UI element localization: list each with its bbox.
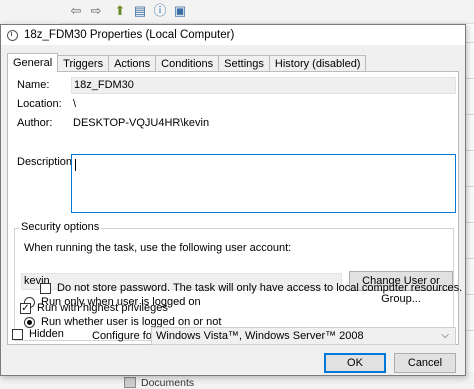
background-toolbar: ⇦ ⇨ ⬆ ▤ ⓘ ▣ <box>60 0 474 24</box>
text-caret <box>75 159 76 171</box>
name-field[interactable]: 18z_FDM30 <box>71 77 456 94</box>
highest-privileges-label[interactable]: Run with highest privileges <box>37 302 168 314</box>
author-label: Author: <box>17 117 53 129</box>
author-value: DESKTOP-VQJU4HR\kevin <box>73 117 210 129</box>
cancel-button[interactable]: Cancel <box>394 353 456 373</box>
folder-up-icon[interactable]: ⬆ <box>112 3 128 19</box>
name-label: Name: <box>17 79 50 91</box>
radio-run-whether-logged-on[interactable] <box>24 317 35 328</box>
tab-triggers[interactable]: Triggers <box>57 55 110 72</box>
hidden-checkbox[interactable] <box>12 329 23 340</box>
documents-label: Documents <box>141 376 195 389</box>
hidden-label[interactable]: Hidden <box>29 328 64 340</box>
tab-settings[interactable]: Settings <box>218 55 270 72</box>
tab-actions[interactable]: Actions <box>108 55 157 72</box>
configure-for-value: Windows Vista™, Windows Server™ 2008 <box>156 330 364 342</box>
documents-icon <box>124 377 136 388</box>
forward-arrow-icon[interactable]: ⇨ <box>88 3 104 19</box>
tab-strip: General Triggers Actions Conditions Sett… <box>7 53 367 72</box>
tab-history[interactable]: History (disabled) <box>268 55 367 72</box>
tab-general[interactable]: General <box>7 53 59 72</box>
tab-conditions[interactable]: Conditions <box>155 55 220 72</box>
ok-button[interactable]: OK <box>324 353 386 373</box>
description-label: Description: <box>17 156 76 168</box>
no-store-password-label[interactable]: Do not store password. The task will onl… <box>57 282 462 294</box>
description-field[interactable] <box>71 154 456 213</box>
back-arrow-icon[interactable]: ⇦ <box>68 3 84 19</box>
chevron-down-icon: ⌵ <box>441 330 449 341</box>
location-value: \ <box>73 98 77 110</box>
dialog-titlebar[interactable]: 18z_FDM30 Properties (Local Computer) <box>1 25 465 45</box>
properties-icon[interactable]: ▤ <box>132 3 148 19</box>
account-prompt: When running the task, use the following… <box>24 242 292 254</box>
no-store-password-checkbox[interactable] <box>40 283 51 294</box>
dialog-title: 18z_FDM30 Properties (Local Computer) <box>24 29 235 41</box>
background-documents-item[interactable]: Documents <box>124 376 194 389</box>
highest-privileges-checkbox[interactable]: ✓ <box>20 303 31 314</box>
properties-dialog: 18z_FDM30 Properties (Local Computer) Ge… <box>0 24 466 376</box>
configure-for-select[interactable]: Windows Vista™, Windows Server™ 2008 ⌵ <box>151 327 456 345</box>
security-options-title: Security options <box>19 221 102 233</box>
page-icon[interactable]: ▣ <box>172 3 188 19</box>
task-clock-icon <box>7 29 18 41</box>
location-label: Location: <box>17 98 62 110</box>
configure-for-label: Configure for: <box>92 330 159 342</box>
help-icon[interactable]: ⓘ <box>152 3 168 19</box>
